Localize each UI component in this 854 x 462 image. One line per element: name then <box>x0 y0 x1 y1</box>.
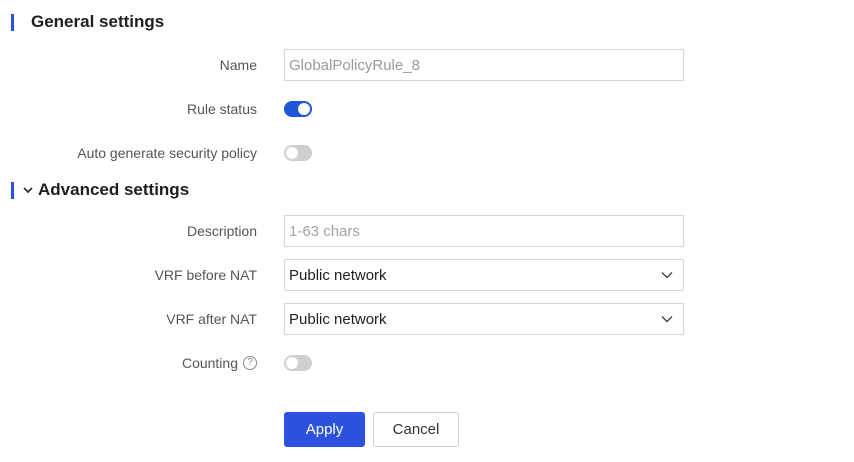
counting-toggle[interactable] <box>284 355 312 371</box>
vrf-before-label: VRF before NAT <box>154 267 257 283</box>
vrf-after-row: VRF after NAT Public network <box>0 303 854 335</box>
auto-policy-row: Auto generate security policy <box>0 137 854 169</box>
vrf-after-label: VRF after NAT <box>166 311 257 327</box>
vrf-after-value: Public network <box>289 310 387 328</box>
general-settings-title: General settings <box>31 12 165 31</box>
section-accent-bar <box>11 13 14 31</box>
chevron-down-icon <box>660 312 674 326</box>
rule-status-toggle[interactable] <box>284 101 312 117</box>
description-row: Description <box>0 215 854 247</box>
chevron-down-icon[interactable] <box>22 185 34 195</box>
general-settings-header: General settings <box>11 12 165 31</box>
toggle-knob <box>286 357 298 369</box>
cancel-button[interactable]: Cancel <box>373 412 459 447</box>
chevron-down-icon <box>660 268 674 282</box>
counting-row: Counting ? <box>0 347 854 379</box>
help-icon[interactable]: ? <box>243 356 257 370</box>
rule-status-label: Rule status <box>186 101 257 117</box>
vrf-after-select[interactable]: Public network <box>284 303 684 335</box>
vrf-before-value: Public network <box>289 266 387 284</box>
advanced-settings-title: Advanced settings <box>38 180 190 199</box>
name-label: Name <box>219 57 257 73</box>
name-row: Name <box>0 49 854 81</box>
counting-label: Counting <box>181 355 238 371</box>
name-input[interactable] <box>284 49 684 81</box>
section-accent-bar <box>11 181 14 199</box>
description-label: Description <box>186 223 257 239</box>
auto-policy-toggle[interactable] <box>284 145 312 161</box>
toggle-knob <box>286 147 298 159</box>
rule-status-row: Rule status <box>0 93 854 125</box>
auto-policy-label: Auto generate security policy <box>77 145 257 161</box>
apply-button[interactable]: Apply <box>284 412 365 447</box>
advanced-settings-header[interactable]: Advanced settings <box>11 180 190 199</box>
vrf-before-select[interactable]: Public network <box>284 259 684 291</box>
description-input[interactable] <box>284 215 684 247</box>
vrf-before-row: VRF before NAT Public network <box>0 259 854 291</box>
counting-label-group: Counting ? <box>182 347 257 379</box>
toggle-knob <box>298 103 310 115</box>
